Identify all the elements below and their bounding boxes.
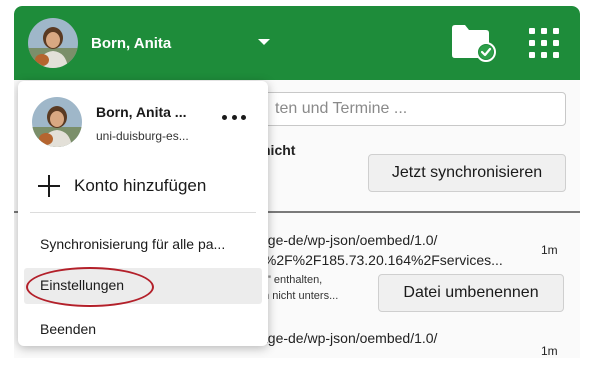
menu-account-server: uni-duisburg-es... — [96, 129, 189, 143]
app-header: Born, Anita — [14, 6, 580, 80]
activity-item-time: 1m — [541, 344, 558, 358]
activity-item-line: :%2F%2F185.73.20.164%2Fservices... — [260, 252, 503, 268]
more-options-icon[interactable] — [222, 115, 246, 123]
activity-item-line: ":" enthalten, — [260, 274, 323, 286]
account-name[interactable]: Born, Anita — [91, 35, 171, 52]
app-grid-icon[interactable] — [529, 28, 559, 58]
activity-item-line: m nicht unters... — [260, 290, 339, 302]
add-account-button[interactable]: Konto hinzufügen — [38, 173, 206, 199]
activity-item-line: age-de/wp-json/oembed/1.0/ — [260, 232, 438, 248]
annotation-circle — [26, 267, 154, 307]
add-account-label: Konto hinzufügen — [74, 176, 207, 195]
account-menu: Born, Anita ... uni-duisburg-es... Konto… — [18, 81, 268, 346]
activity-item-line: age-de/wp-json/oembed/1.0/ — [260, 330, 438, 346]
menu-divider — [30, 212, 256, 213]
menu-item-quit[interactable]: Beenden — [40, 321, 96, 337]
nextcloud-client-window: Born, Anita ten und Termine ... nicht Je… — [14, 6, 580, 358]
rename-file-button[interactable]: Datei umbenennen — [378, 274, 564, 312]
activity-item-time: 1m — [541, 243, 558, 257]
search-input[interactable]: ten und Termine ... — [260, 92, 566, 126]
account-dropdown-chevron-icon[interactable] — [258, 39, 270, 45]
menu-avatar — [32, 97, 82, 147]
header-avatar[interactable] — [28, 18, 78, 68]
menu-item-sync-all[interactable]: Synchronisierung für alle pa... — [40, 236, 225, 252]
plus-icon — [38, 175, 60, 197]
folder-sync-ok-icon[interactable] — [450, 22, 496, 62]
sync-now-button[interactable]: Jetzt synchronisieren — [368, 154, 566, 192]
menu-account-name: Born, Anita ... — [96, 104, 187, 120]
